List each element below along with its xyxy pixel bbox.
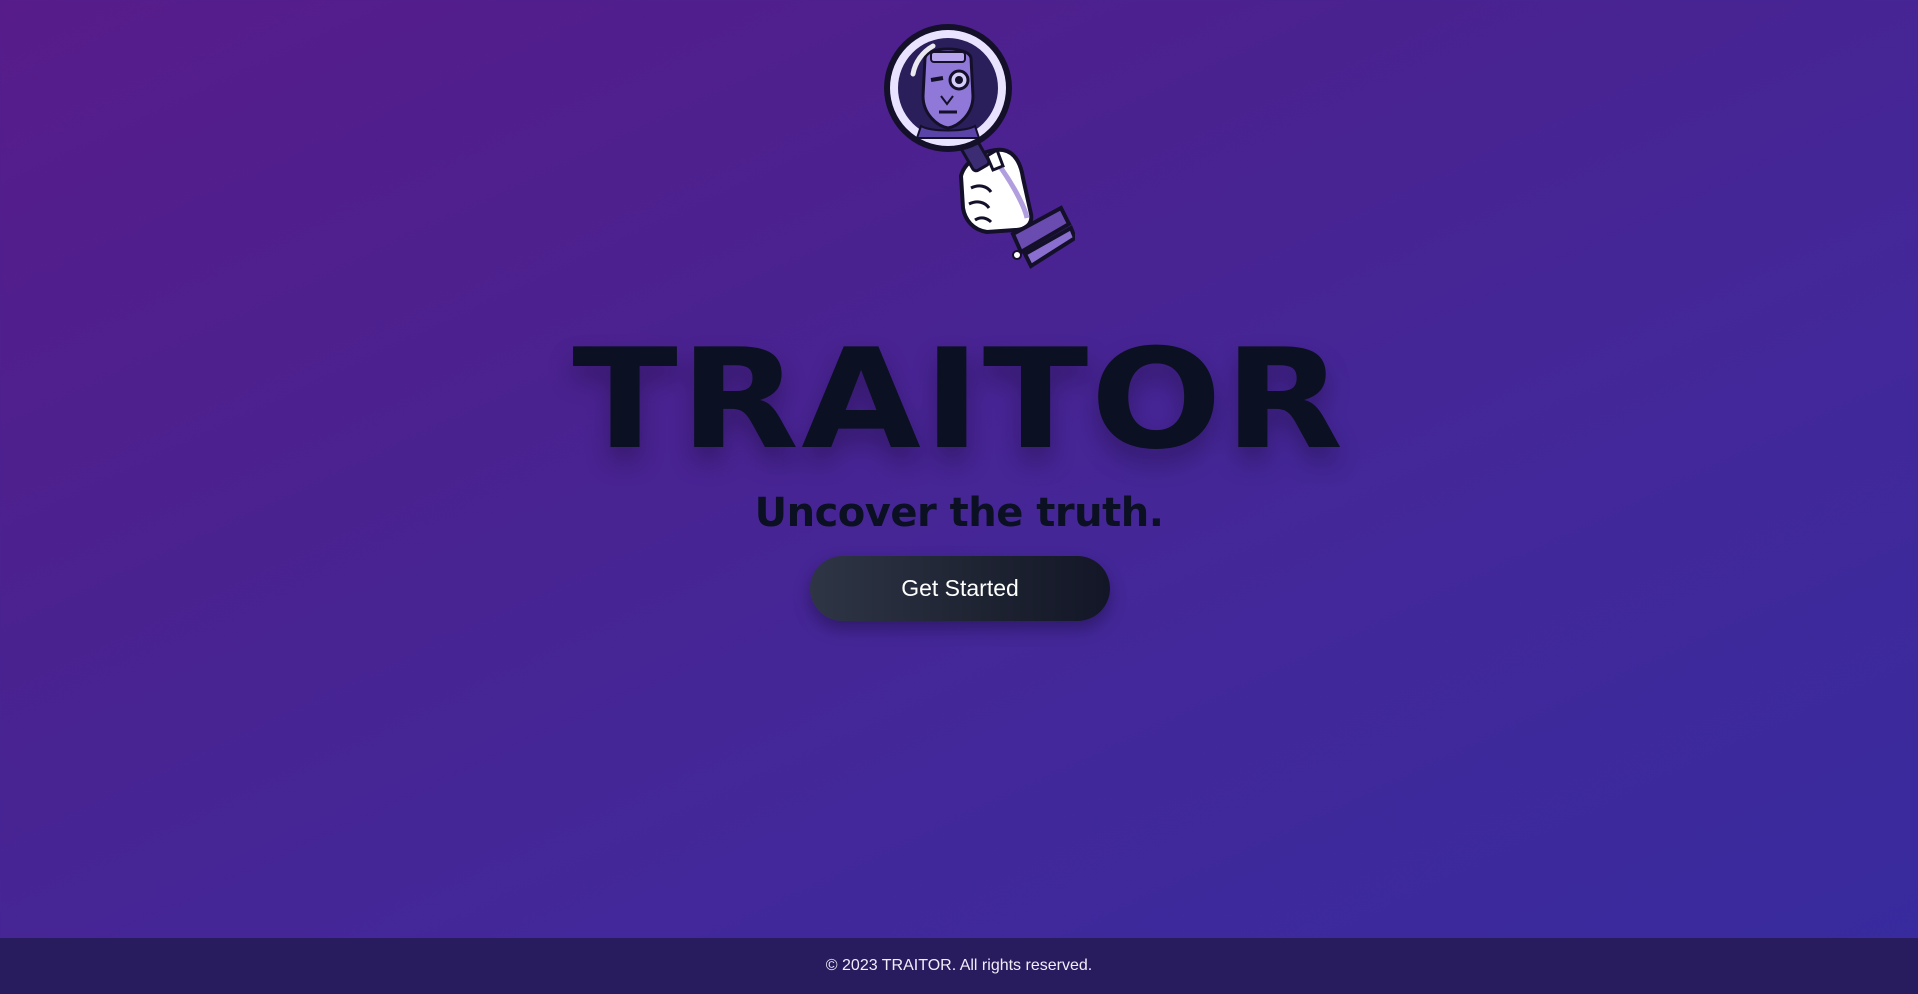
get-started-button[interactable]: Get Started (810, 556, 1110, 621)
magnifying-glass-logo-icon (884, 24, 1075, 269)
tagline: Uncover the truth. (754, 490, 1164, 536)
copyright-text: © 2023 TRAITOR. All rights reserved. (825, 957, 1093, 974)
brand-title: TRAITOR (572, 319, 1346, 480)
footer: © 2023 TRAITOR. All rights reserved. (0, 938, 1918, 994)
hero-section: TRAITOR Uncover the truth. Get Started (0, 0, 1918, 938)
